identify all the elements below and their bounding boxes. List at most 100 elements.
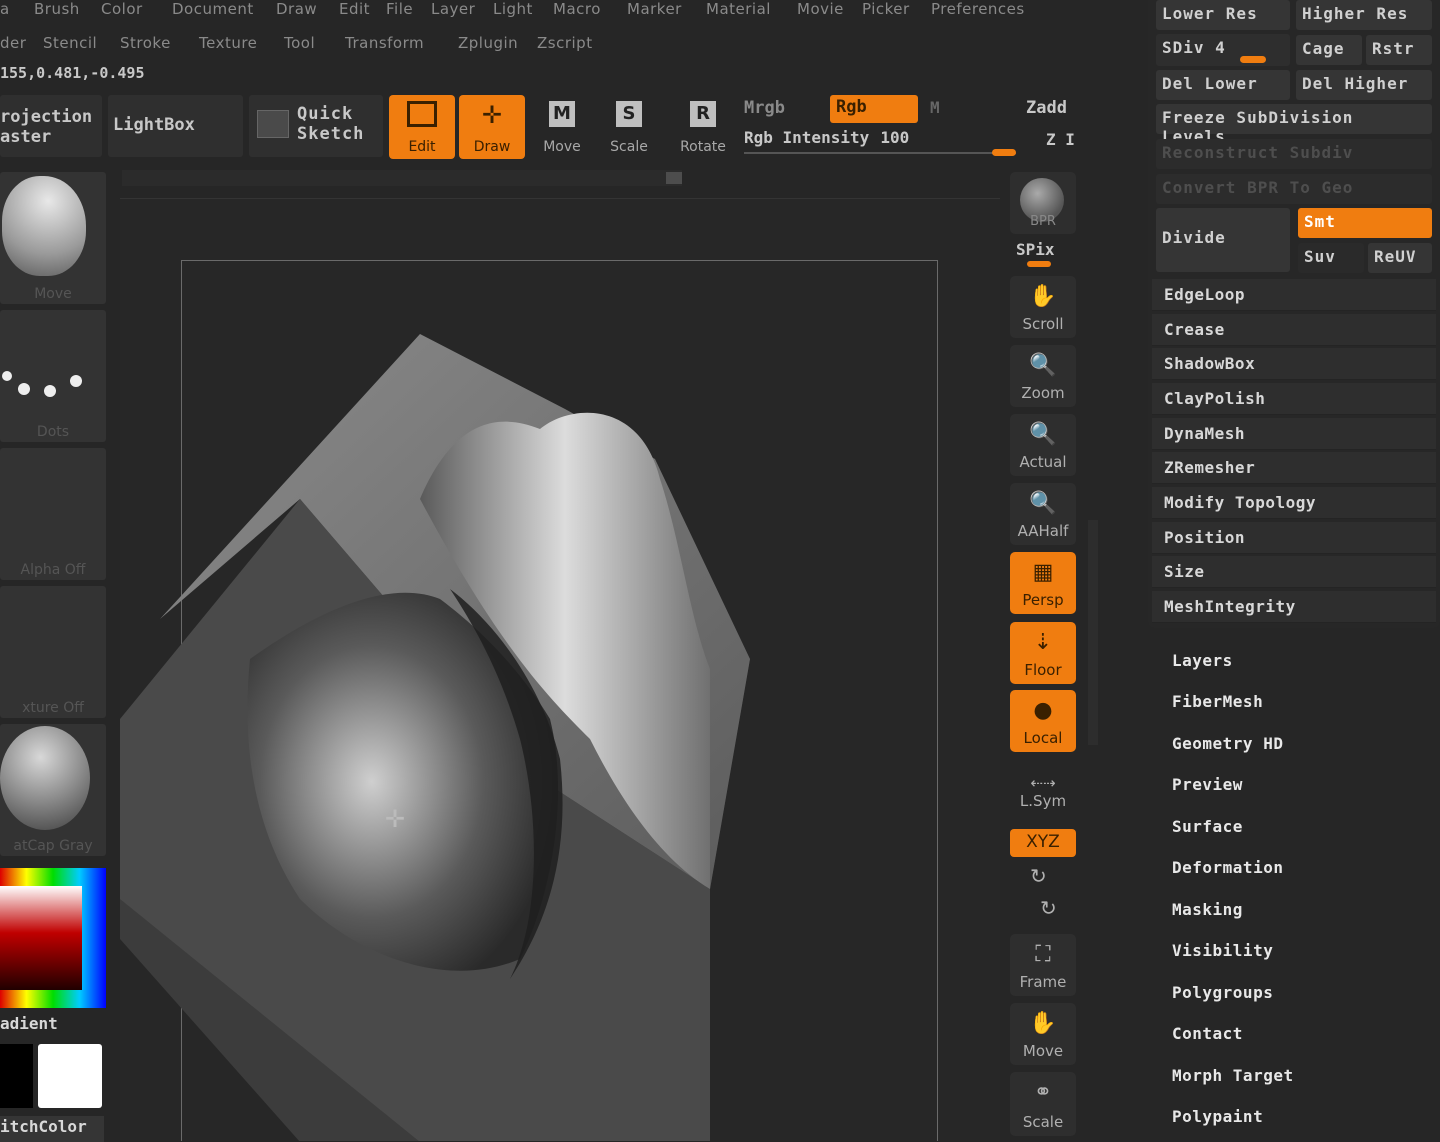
menu-texture[interactable]: Texture bbox=[199, 34, 257, 52]
divide-button[interactable]: Divide bbox=[1156, 208, 1290, 272]
position-item[interactable]: Position bbox=[1152, 522, 1436, 554]
modify-topology-item[interactable]: Modify Topology bbox=[1152, 487, 1436, 519]
menu-stencil[interactable]: Stencil bbox=[43, 34, 97, 52]
stroke-thumbnail[interactable]: Dots bbox=[0, 310, 106, 442]
menu-light[interactable]: Light bbox=[493, 0, 533, 18]
menu-brush[interactable]: Brush bbox=[34, 0, 80, 18]
scale-view-button[interactable]: ⚭ Scale bbox=[1010, 1072, 1076, 1136]
actual-button[interactable]: 🔍 Actual bbox=[1010, 414, 1076, 476]
local-button[interactable]: ● Local bbox=[1010, 690, 1076, 752]
rotate-y-icon[interactable]: ↻ bbox=[1030, 864, 1047, 888]
menu-picker[interactable]: Picker bbox=[862, 0, 910, 18]
zadd-toggle[interactable]: Zadd bbox=[1026, 98, 1067, 118]
reuv-button[interactable]: ReUV bbox=[1368, 243, 1432, 273]
freeze-subdivision-button[interactable]: Freeze SubDivision Levels bbox=[1156, 104, 1432, 146]
zremesher-item[interactable]: ZRemesher bbox=[1152, 452, 1436, 484]
menu-file[interactable]: File bbox=[386, 0, 413, 18]
zoom-button[interactable]: 🔍 Zoom bbox=[1010, 345, 1076, 407]
bpr-button[interactable]: BPR bbox=[1010, 172, 1076, 234]
menu-tool[interactable]: Tool bbox=[284, 34, 315, 52]
document-canvas[interactable]: ✛ bbox=[120, 198, 1000, 1141]
spix-slider[interactable]: SPix bbox=[1016, 240, 1055, 259]
menu-marker[interactable]: Marker bbox=[627, 0, 682, 18]
menu-zplugin[interactable]: Zplugin bbox=[458, 34, 518, 52]
mrgb-toggle[interactable]: Mrgb bbox=[744, 98, 785, 118]
shadowbox-item[interactable]: ShadowBox bbox=[1152, 348, 1436, 380]
projection-master-button[interactable]: rojection aster bbox=[0, 95, 102, 157]
del-higher-button[interactable]: Del Higher bbox=[1296, 70, 1432, 100]
suv-toggle[interactable]: Suv bbox=[1298, 243, 1364, 273]
scale-tool-button[interactable]: S Scale bbox=[596, 95, 662, 159]
subpalette-polypaint[interactable]: Polypaint bbox=[1172, 1107, 1263, 1126]
material-thumbnail[interactable]: atCap Gray bbox=[0, 724, 106, 856]
menu-color[interactable]: Color bbox=[101, 0, 143, 18]
zsub-toggle[interactable]: Z I bbox=[1046, 130, 1075, 149]
subpalette-deformation[interactable]: Deformation bbox=[1172, 858, 1283, 877]
dynamesh-item[interactable]: DynaMesh bbox=[1152, 418, 1436, 450]
higher-res-button[interactable]: Higher Res bbox=[1296, 0, 1432, 30]
menu-preferences[interactable]: Preferences bbox=[931, 0, 1025, 18]
quick-sketch-button[interactable]: Quick Sketch bbox=[249, 95, 383, 157]
rstr-button[interactable]: Rstr bbox=[1366, 35, 1432, 65]
subpalette-polygroups[interactable]: Polygroups bbox=[1172, 983, 1273, 1002]
menu-edit[interactable]: Edit bbox=[339, 0, 370, 18]
color-picker[interactable] bbox=[0, 868, 106, 1008]
subpalette-layers[interactable]: Layers bbox=[1172, 651, 1233, 670]
subpalette-masking[interactable]: Masking bbox=[1172, 900, 1243, 919]
lightbox-button[interactable]: LightBox bbox=[108, 95, 243, 157]
subpalette-geometry-hd[interactable]: Geometry HD bbox=[1172, 734, 1283, 753]
canvas-scrollbar[interactable] bbox=[122, 170, 682, 186]
persp-button[interactable]: ▦ Persp bbox=[1010, 552, 1076, 614]
texture-thumbnail[interactable]: xture Off bbox=[0, 586, 106, 718]
m-toggle[interactable]: M bbox=[930, 98, 940, 117]
menu-stroke[interactable]: Stroke bbox=[120, 34, 171, 52]
subpalette-preview[interactable]: Preview bbox=[1172, 775, 1243, 794]
subpalette-fibermesh[interactable]: FiberMesh bbox=[1172, 692, 1263, 711]
sdiv-slider[interactable]: SDiv 4 bbox=[1156, 34, 1290, 66]
tray-divider[interactable] bbox=[1088, 520, 1098, 745]
aahalf-button[interactable]: 🔍 AAHalf bbox=[1010, 483, 1076, 545]
xyz-button[interactable]: XYZ bbox=[1010, 829, 1076, 857]
crease-item[interactable]: Crease bbox=[1152, 314, 1436, 346]
subpalette-visibility[interactable]: Visibility bbox=[1172, 941, 1273, 960]
brush-thumbnail[interactable]: Move bbox=[0, 172, 106, 304]
cage-button[interactable]: Cage bbox=[1296, 35, 1362, 65]
claypolish-item[interactable]: ClayPolish bbox=[1152, 383, 1436, 415]
rgb-toggle[interactable]: Rgb bbox=[830, 95, 918, 123]
rotate-z-icon[interactable]: ↻ bbox=[1040, 896, 1057, 920]
subpalette-contact[interactable]: Contact bbox=[1172, 1024, 1243, 1043]
smt-toggle[interactable]: Smt bbox=[1298, 208, 1432, 238]
menu-document[interactable]: Document bbox=[172, 0, 254, 18]
lower-res-button[interactable]: Lower Res bbox=[1156, 0, 1290, 30]
menu-render[interactable]: der bbox=[0, 34, 26, 52]
edgeloop-item[interactable]: EdgeLoop bbox=[1152, 279, 1436, 311]
size-item[interactable]: Size bbox=[1152, 556, 1436, 588]
draw-tool-button[interactable]: ✛ Draw bbox=[459, 95, 525, 159]
primary-color-swatch[interactable] bbox=[0, 1044, 33, 1108]
subpalette-morph-target[interactable]: Morph Target bbox=[1172, 1066, 1294, 1085]
convert-bpr-button[interactable]: Convert BPR To Geo bbox=[1156, 174, 1432, 204]
switch-color-button[interactable]: itchColor bbox=[0, 1116, 104, 1142]
move-view-button[interactable]: ✋ Move bbox=[1010, 1003, 1076, 1065]
secondary-color-swatch[interactable] bbox=[38, 1044, 102, 1108]
menu-material[interactable]: Material bbox=[706, 0, 771, 18]
rgb-intensity-slider[interactable]: Rgb Intensity 100 bbox=[744, 128, 1016, 156]
frame-button[interactable]: ⛶ Frame bbox=[1010, 934, 1076, 996]
scroll-button[interactable]: ✋ Scroll bbox=[1010, 276, 1076, 338]
menu-layer[interactable]: Layer bbox=[431, 0, 475, 18]
menu-a[interactable]: a bbox=[0, 0, 10, 18]
rotate-tool-button[interactable]: R Rotate bbox=[670, 95, 736, 159]
edit-tool-button[interactable]: Edit bbox=[389, 95, 455, 159]
subpalette-surface[interactable]: Surface bbox=[1172, 817, 1243, 836]
alpha-thumbnail[interactable]: Alpha Off bbox=[0, 448, 106, 580]
lsym-button[interactable]: ⇠⇢ L.Sym bbox=[1010, 774, 1076, 818]
move-tool-button[interactable]: M Move bbox=[529, 95, 595, 159]
reconstruct-subdiv-button[interactable]: Reconstruct Subdiv bbox=[1156, 139, 1432, 169]
menu-macro[interactable]: Macro bbox=[553, 0, 601, 18]
gradient-label[interactable]: adient bbox=[0, 1014, 58, 1033]
floor-button[interactable]: ⇣ Floor bbox=[1010, 622, 1076, 684]
menu-draw[interactable]: Draw bbox=[276, 0, 317, 18]
menu-movie[interactable]: Movie bbox=[797, 0, 844, 18]
del-lower-button[interactable]: Del Lower bbox=[1156, 70, 1290, 100]
meshintegrity-item[interactable]: MeshIntegrity bbox=[1152, 591, 1436, 623]
